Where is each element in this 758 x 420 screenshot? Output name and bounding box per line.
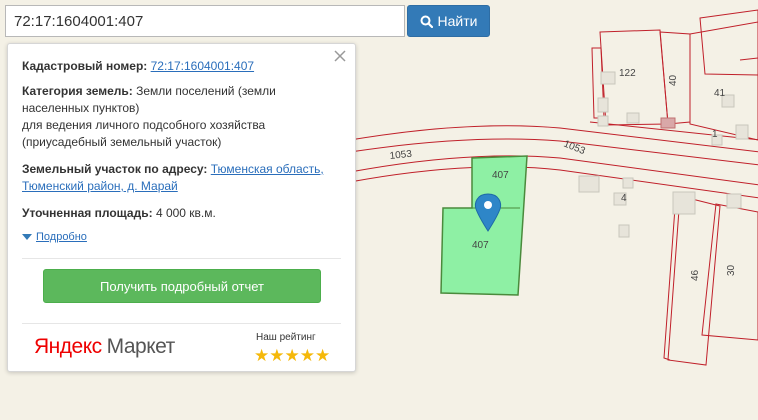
- details-toggle[interactable]: Подробно: [22, 230, 87, 244]
- area-row: Уточненная площадь: 4 000 кв.м.: [22, 205, 341, 222]
- building-highlight: [660, 117, 676, 129]
- cadastral-label: Кадастровый номер:: [22, 59, 148, 73]
- search-icon: [420, 15, 433, 28]
- parcel-label-top: 407: [492, 170, 509, 181]
- info-panel: Кадастровый номер: 72:17:1604001:407 Кат…: [7, 43, 356, 372]
- address-link-2[interactable]: Тюменский район, д. Марай: [22, 179, 178, 193]
- address-label: Земельный участок по адресу:: [22, 162, 208, 176]
- category-value-2: населенных пунктов): [22, 101, 140, 115]
- parcel-label-main: 407: [472, 240, 489, 251]
- area-label: Уточненная площадь:: [22, 206, 153, 220]
- category-value-4: (приусадебный земельный участок): [22, 135, 222, 149]
- lot-label-41: 41: [714, 88, 726, 99]
- cadastral-row: Кадастровый номер: 72:17:1604001:407: [22, 58, 341, 75]
- triangle-down-icon: [22, 234, 32, 240]
- yandex-market-logo[interactable]: Яндекс Маркет: [34, 335, 175, 359]
- lot-label-122: 122: [619, 68, 636, 79]
- address-link-1[interactable]: Тюменская область,: [211, 162, 324, 176]
- category-value-1: Земли поселений (земли: [136, 84, 276, 98]
- divider-bottom: [22, 323, 341, 324]
- divider-top: [22, 258, 341, 259]
- star-icon[interactable]: ★★★★★: [254, 346, 330, 366]
- search-button-label: Найти: [437, 13, 478, 29]
- address-row: Земельный участок по адресу: Тюменская о…: [22, 161, 341, 195]
- cadastral-number-link[interactable]: 72:17:1604001:407: [151, 59, 254, 73]
- yandex-logo-text: Яндекс: [34, 335, 102, 358]
- lot-label-4: 4: [621, 193, 627, 204]
- lot-label-46: 46: [690, 269, 701, 281]
- category-value-3: для ведения личного подсобного хозяйства: [22, 118, 266, 132]
- area-value: 4 000 кв.м.: [155, 206, 216, 220]
- search-input[interactable]: [5, 5, 405, 37]
- rating-label: Наш рейтинг: [256, 332, 316, 343]
- category-row: Категория земель: Земли поселений (земли…: [22, 83, 341, 151]
- lot-label-1: 1: [712, 129, 718, 140]
- report-button[interactable]: Получить подробный отчет: [43, 269, 321, 303]
- lot-label-30: 30: [726, 264, 737, 276]
- lot-label-40: 40: [668, 74, 679, 86]
- search-button[interactable]: Найти: [407, 5, 490, 37]
- category-label: Категория земель:: [22, 84, 133, 98]
- details-link[interactable]: Подробно: [36, 230, 87, 244]
- market-logo-text: Маркет: [106, 335, 176, 358]
